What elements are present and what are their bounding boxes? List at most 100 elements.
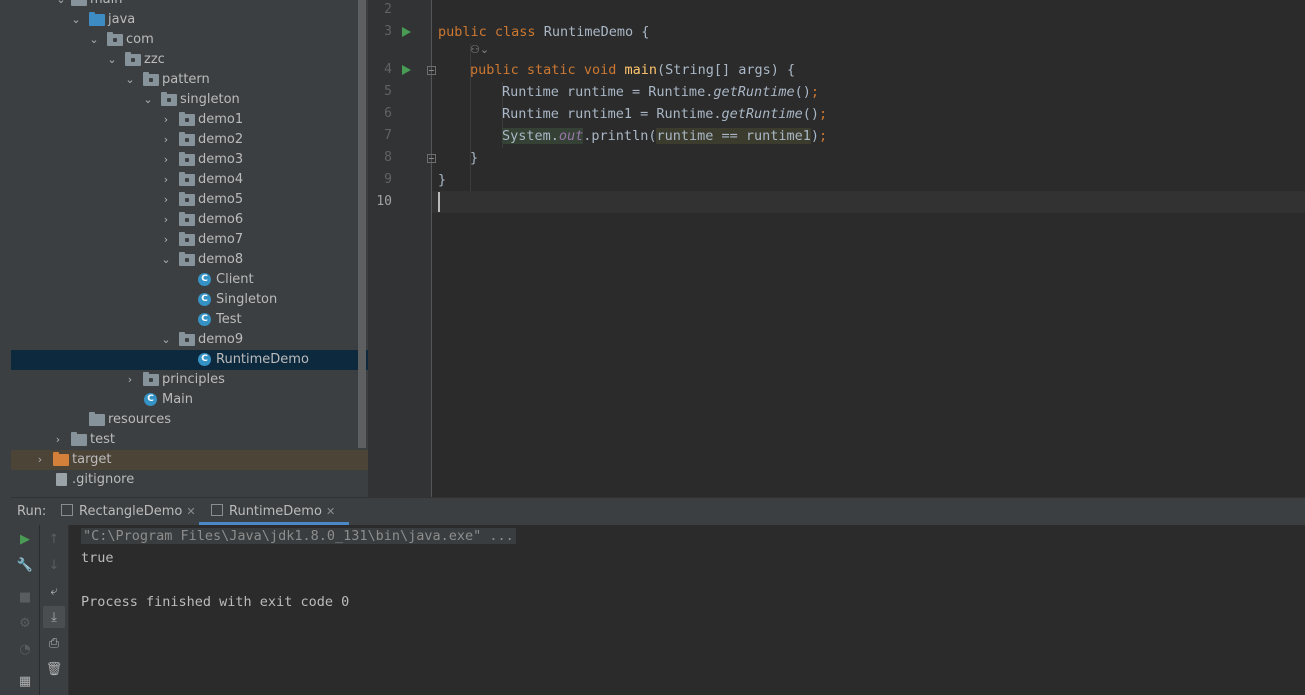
tree-item-demo9[interactable]: ⌄ demo9 [11,330,368,350]
tree-item-label: java [108,12,136,27]
tree-item-gitignore[interactable]: .gitignore [11,470,368,490]
chevron-right-icon[interactable]: › [160,110,172,130]
run-class-icon[interactable] [402,27,411,37]
tree-item-target[interactable]: › target [11,450,368,470]
tree-item-label: Main [162,392,194,407]
tab-runtimedemo[interactable]: RuntimeDemo ✕ [199,498,349,525]
tree-item-label: target [72,452,112,467]
tree-item-test[interactable]: › test [11,430,368,450]
run-main-icon[interactable] [402,65,411,75]
chevron-down-icon[interactable]: ⌄ [55,0,67,10]
tree-item-com[interactable]: ⌄ com [11,30,368,50]
code-line-4: public static void main(String[] args) { [470,59,795,81]
params: (String[] args) { [657,62,796,78]
static-call: getRuntime [721,106,803,122]
scroll-to-end-icon[interactable]: ⤓ [43,606,65,628]
layout-icon[interactable]: ▦ [17,673,33,689]
author-hint-icon[interactable]: ⚇⌄ [470,43,494,57]
arrow-down-icon[interactable]: ↓ [46,557,62,573]
tree-item-demo3[interactable]: › demo3 [11,150,368,170]
chevron-right-icon[interactable]: › [52,430,64,450]
chevron-right-icon[interactable]: › [160,130,172,150]
class-name: RuntimeDemo [543,24,634,40]
chevron-right-icon[interactable]: › [160,190,172,210]
tree-item-client[interactable]: C Client [11,270,368,290]
tree-item-demo2[interactable]: › demo2 [11,130,368,150]
chevron-right-icon[interactable]: › [160,170,172,190]
tree-item-singleton-class[interactable]: C Singleton [11,290,368,310]
tree-item-label: resources [108,412,172,427]
chevron-down-icon[interactable]: ⌄ [106,50,118,70]
run-config-icon [211,504,223,516]
chevron-down-icon[interactable]: ⌄ [160,250,172,270]
tree-item-demo4[interactable]: › demo4 [11,170,368,190]
fold-icon[interactable] [427,66,436,75]
chevron-right-icon[interactable]: › [124,370,136,390]
chevron-right-icon[interactable]: › [160,230,172,250]
tree-item-test-class[interactable]: C Test [11,310,368,330]
chevron-right-icon[interactable]: › [160,150,172,170]
tree-item-demo8[interactable]: ⌄ demo8 [11,250,368,270]
line-number: 9 [384,172,392,187]
tree-item-pattern[interactable]: ⌄ pattern [11,70,368,90]
tree-item-zzc[interactable]: ⌄ zzc [11,50,368,70]
print-icon[interactable]: ⎙ [46,635,62,651]
tree-item-runtimedemo[interactable]: C RuntimeDemo [11,350,368,370]
keyword: void [583,62,617,78]
chevron-down-icon[interactable]: ⌄ [160,330,172,350]
tree-item-principles[interactable]: › principles [11,370,368,390]
tree-item-main[interactable]: ⌄ main [11,0,368,10]
tree-item-main-class[interactable]: C Main [11,390,368,410]
line-number: 2 [384,2,392,17]
tree-item-demo5[interactable]: › demo5 [11,190,368,210]
excluded-folder-icon [53,452,69,466]
chevron-right-icon[interactable]: › [160,210,172,230]
chevron-down-icon[interactable]: ⌄ [88,30,100,50]
close-icon[interactable]: ✕ [186,505,195,518]
code-line-3: public class RuntimeDemo { [438,21,649,43]
tree-item-demo7[interactable]: › demo7 [11,230,368,250]
tree-item-label: Client [216,272,254,287]
settings-icon[interactable]: ⚙ [17,615,33,631]
soft-wrap-icon[interactable]: ⤶ [46,583,62,599]
tab-label: RuntimeDemo [229,504,322,519]
tree-scrollbar[interactable] [358,0,366,448]
package-icon [143,72,159,86]
chevron-right-icon[interactable]: › [34,450,46,470]
close-icon[interactable]: ✕ [326,505,335,518]
stop-icon[interactable]: ■ [17,589,33,605]
chevron-down-icon[interactable]: ⌄ [124,70,136,90]
debug-icon[interactable]: ◔ [17,641,33,657]
console-command[interactable]: "C:\Program Files\Java\jdk1.8.0_131\bin\… [81,528,516,544]
tree-item-java[interactable]: ⌄ java [11,10,368,30]
folder-icon [71,432,87,446]
tree-item-label: demo1 [198,112,244,127]
tree-item-singleton[interactable]: ⌄ singleton [11,90,368,110]
package-icon [107,32,123,46]
tree-item-resources[interactable]: resources [11,410,368,430]
chevron-down-icon[interactable]: ⌄ [70,10,82,30]
chevron-down-icon[interactable]: ⌄ [142,90,154,110]
tree-item-label: demo9 [198,332,244,347]
tree-item-demo6[interactable]: › demo6 [11,210,368,230]
trash-icon[interactable]: 🗑 [46,661,63,677]
line-number: 6 [384,106,392,121]
wrench-icon[interactable]: 🔧 [17,557,33,573]
tab-rectangledemo[interactable]: RectangleDemo ✕ [61,498,196,525]
console-toolbar: ↑ ↓ ⤶ ⤓ ⎙ 🗑 [40,525,69,695]
code-text: Runtime runtime1 = Runtime. [502,106,722,122]
rerun-icon[interactable]: ▶ [17,531,33,547]
arrow-up-icon[interactable]: ↑ [46,531,62,547]
structure-tool-tab[interactable] [0,655,11,695]
code-text: System. [502,128,559,144]
tree-item-demo1[interactable]: › demo1 [11,110,368,130]
tree-item-label: principles [162,372,225,387]
fold-icon[interactable] [427,154,436,163]
package-icon [179,232,195,246]
tree-item-label: demo7 [198,232,244,247]
package-icon [179,192,195,206]
code-line-5: Runtime runtime = Runtime.getRuntime(); [502,81,819,103]
tree-item-label: zzc [144,52,165,67]
class-icon: C [144,393,157,406]
tree-item-label: singleton [180,92,240,107]
